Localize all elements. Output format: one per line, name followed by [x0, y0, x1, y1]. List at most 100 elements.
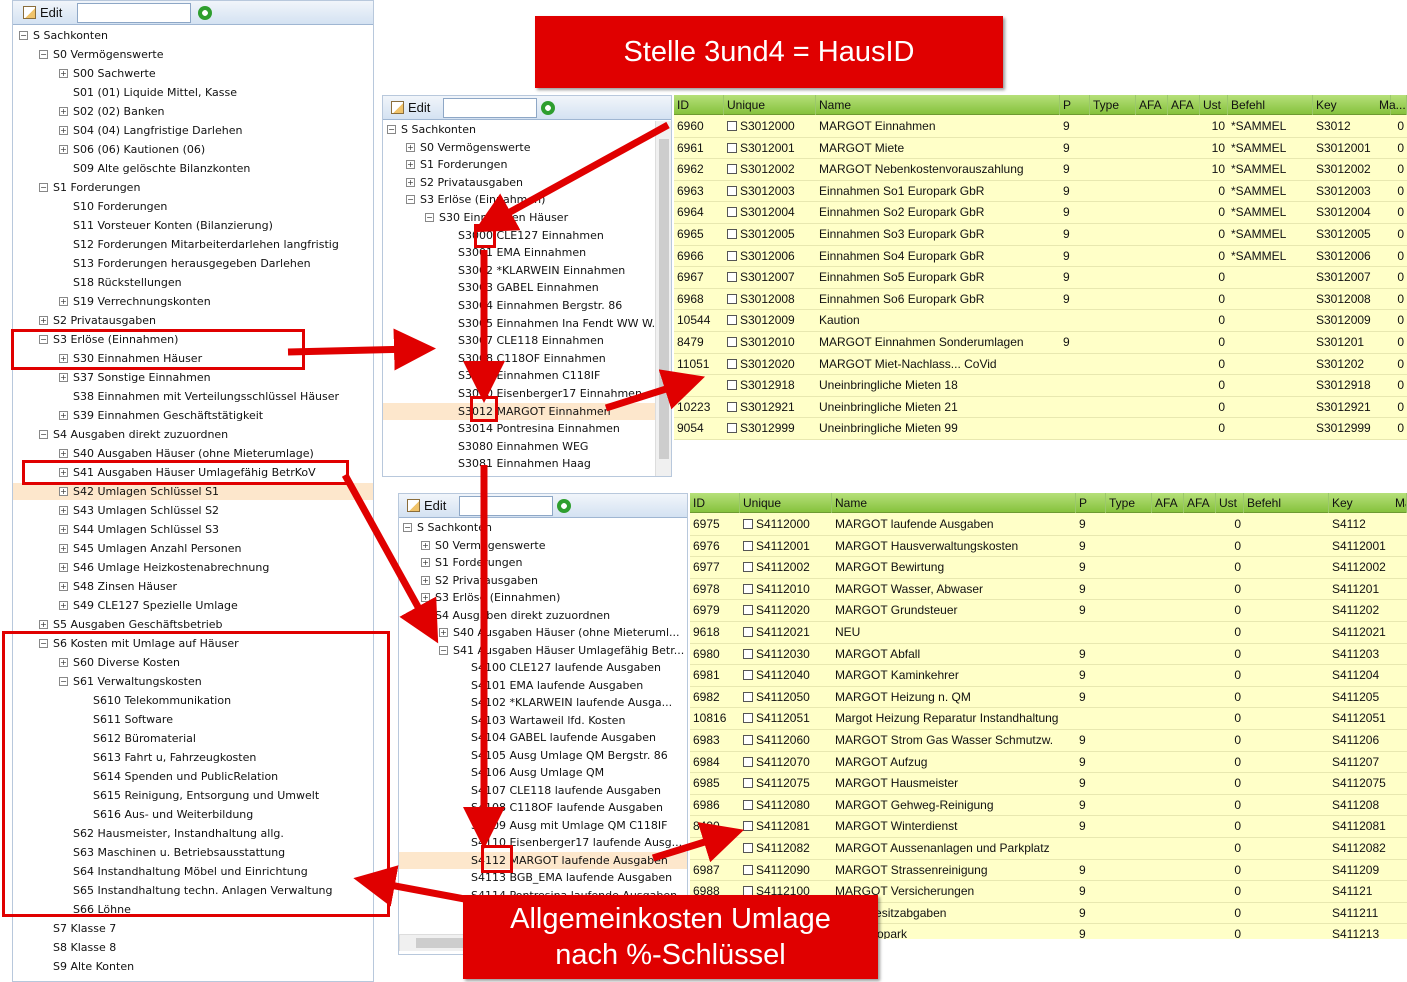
tree-node[interactable]: − S4 Ausgaben direkt zuzuordnen [399, 607, 687, 624]
tree-node[interactable]: S4108 C118OF laufende Ausgaben [399, 799, 687, 816]
table-row[interactable]: 6975 S4112000 MARGOT laufende Ausgaben 9 0 S4… [690, 514, 1407, 536]
tree-node[interactable]: − S4 Ausgaben direkt zuzuordnen [13, 426, 373, 443]
grid-column-header[interactable]: Name [816, 95, 1060, 115]
left-search-input[interactable] [77, 3, 191, 23]
row-checkbox[interactable] [743, 670, 753, 681]
expand-icon[interactable]: + [59, 449, 68, 458]
tree-node[interactable]: − S3 Erlöse (Einnahmen) [383, 191, 655, 208]
row-checkbox[interactable] [727, 229, 737, 239]
expand-icon[interactable]: + [59, 126, 68, 135]
row-checkbox[interactable] [727, 315, 737, 326]
tree-node[interactable]: S12 Forderungen Mitarbeiterdarlehen lang… [13, 236, 373, 253]
tree-node[interactable]: S3000 CLE127 Einnahmen [383, 227, 655, 244]
tree-node[interactable]: S4105 Ausg Umlage QM Bergstr. 86 [399, 747, 687, 764]
expand-icon[interactable]: + [406, 142, 415, 152]
tree-node[interactable]: − S Sachkonten [399, 519, 687, 536]
table-row[interactable]: 6965 S3012005 Einnahmen So3 Europark GbR 9 0… [674, 224, 1407, 246]
grid-column-header[interactable]: Ust [1200, 95, 1228, 115]
expand-icon[interactable]: + [59, 107, 68, 116]
row-checkbox[interactable] [743, 691, 753, 702]
grid-column-header[interactable]: AFA [1152, 493, 1184, 513]
row-checkbox[interactable] [727, 250, 737, 261]
collapse-icon[interactable]: − [406, 195, 415, 205]
table-row[interactable]: 9618 S4112021 NEU 0 S4112021 [690, 622, 1407, 644]
tree-node[interactable]: S3005 Einnahmen Ina Fendt WW W... [383, 315, 655, 332]
expand-icon[interactable]: + [406, 177, 415, 187]
collapse-icon[interactable]: − [19, 31, 28, 40]
tree-node[interactable]: S01 (01) Liquide Mittel, Kasse [13, 84, 373, 101]
table-row[interactable]: 8490 S4112081 MARGOT Winterdienst 9 0 S411208… [690, 816, 1407, 838]
tree-node[interactable]: S3010 Eisenberger17 Einnahmen [383, 385, 655, 402]
table-row[interactable]: 6961 S3012001 MARGOT Miete 9 10 *SAMMEL S30120… [674, 138, 1407, 160]
expand-icon[interactable]: + [421, 593, 430, 602]
tree-node[interactable]: S18 Rückstellungen [13, 274, 373, 291]
table-row[interactable]: 10223 S3012921 Uneinbringliche Mieten 21 0 S… [674, 397, 1407, 419]
grid-column-header[interactable]: Type [1090, 95, 1136, 115]
tree-node[interactable]: S3001 EMA Einnahmen [383, 244, 655, 261]
collapse-icon[interactable]: − [425, 213, 434, 222]
expand-icon[interactable]: + [59, 601, 68, 610]
table-row[interactable]: 6985 S4112075 MARGOT Hausmeister 9 0 S4112075 [690, 773, 1407, 795]
table-row[interactable]: 6967 S3012007 Einnahmen So5 Europark GbR 9 0… [674, 267, 1407, 289]
row-checkbox[interactable] [743, 843, 753, 853]
grid-column-header[interactable]: Type [1106, 493, 1152, 513]
row-checkbox[interactable] [743, 605, 753, 616]
expand-icon[interactable]: + [59, 487, 68, 496]
tree-node[interactable]: S4107 CLE118 laufende Ausgaben [399, 782, 687, 799]
tree-node[interactable]: S3080 Einnahmen WEG [383, 438, 655, 455]
row-checkbox[interactable] [743, 627, 753, 637]
tree-node[interactable]: S4113 BGB_EMA laufende Ausgaben [399, 869, 687, 886]
mid-refresh-icon[interactable] [541, 101, 555, 115]
collapse-icon[interactable]: − [439, 645, 448, 655]
tree-node[interactable]: + S1 Forderungen [383, 156, 655, 173]
grid-column-header[interactable]: AFA [1136, 95, 1168, 115]
grid-column-header[interactable]: ID [674, 95, 724, 115]
table-row[interactable]: 6960 S3012000 MARGOT Einnahmen 9 10 *SAMMEL S3… [674, 116, 1407, 138]
tree-node[interactable]: S3081 Einnahmen Haag [383, 455, 655, 472]
tree-node[interactable]: S4104 GABEL laufende Ausgaben [399, 729, 687, 746]
expand-icon[interactable]: + [59, 563, 68, 572]
tree-node[interactable]: + S0 Vermögenswerte [399, 537, 687, 554]
collapse-icon[interactable]: − [39, 430, 48, 439]
tree-node[interactable]: + S02 (02) Banken [13, 103, 373, 120]
table-row[interactable]: 8479 S3012010 MARGOT Einnahmen Sonderumlag… [674, 332, 1407, 354]
tree-node[interactable]: S4102 *KLARWEIN laufende Ausga... [399, 694, 687, 711]
tree-node[interactable]: + S40 Ausgaben Häuser (ohne Mieteruml... [399, 624, 687, 641]
table-row[interactable]: 6968 S3012008 Einnahmen So6 Europark GbR 9 0… [674, 289, 1407, 311]
row-checkbox[interactable] [743, 562, 753, 573]
expand-icon[interactable]: + [39, 316, 48, 325]
tree-node[interactable]: S4106 Ausg Umlage QM [399, 764, 687, 781]
table-row[interactable]: 6986 S4112080 MARGOT Gehweg-Reinigung 9 0 S41… [690, 795, 1407, 817]
tree-node[interactable]: + S48 Zinsen Häuser [13, 578, 373, 595]
tree-node[interactable]: + S1 Forderungen [399, 554, 687, 571]
grid-column-header[interactable]: Ma [1392, 493, 1407, 513]
tree-node[interactable]: + S04 (04) Langfristige Darlehen [13, 122, 373, 139]
grid-column-header[interactable]: Ust [1216, 493, 1244, 513]
tree-node[interactable]: S4103 Wartaweil lfd. Kosten [399, 712, 687, 729]
tree-node[interactable]: S09 Alte gelöschte Bilanzkonten [13, 160, 373, 177]
row-checkbox[interactable] [743, 821, 753, 832]
expand-icon[interactable]: + [59, 69, 68, 78]
table-row[interactable]: 6979 S4112020 MARGOT Grundsteuer 9 0 S411202 [690, 600, 1407, 622]
tree-node[interactable]: + S3 Erlöse (Einnahmen) [399, 589, 687, 606]
grid-column-header[interactable]: AFA [1168, 95, 1200, 115]
grid-column-header[interactable]: Name [832, 493, 1076, 513]
tree-node[interactable]: − S1 Forderungen [13, 179, 373, 196]
row-checkbox[interactable] [743, 778, 753, 789]
tree-node[interactable]: + S0 Vermögenswerte [383, 139, 655, 156]
expand-icon[interactable]: + [421, 558, 430, 567]
grid-column-header[interactable]: P [1076, 493, 1106, 513]
table-row[interactable]: 6962 S3012002 MARGOT Nebenkostenvorauszahl… [674, 159, 1407, 181]
row-checkbox[interactable] [727, 401, 737, 412]
table-row[interactable]: 6978 S4112010 MARGOT Wasser, Abwaser 9 0 S411… [690, 579, 1407, 601]
table-row[interactable]: 10544 S3012009 Kaution 0 S3012009 0 [674, 310, 1407, 332]
grid-column-header[interactable]: Unique [740, 493, 832, 513]
mid-scroll-thumb[interactable] [659, 139, 669, 459]
row-checkbox[interactable] [743, 648, 753, 659]
row-checkbox[interactable] [743, 864, 753, 875]
tree-node[interactable]: + S49 CLE127 Spezielle Umlage [13, 597, 373, 614]
tree-node[interactable]: S13 Forderungen herausgegeben Darlehen [13, 255, 373, 272]
row-checkbox[interactable] [727, 272, 737, 283]
tree-node[interactable]: + S39 Einnahmen Geschäftstätigkeit [13, 407, 373, 424]
grid-column-header[interactable]: Befehl [1228, 95, 1313, 115]
